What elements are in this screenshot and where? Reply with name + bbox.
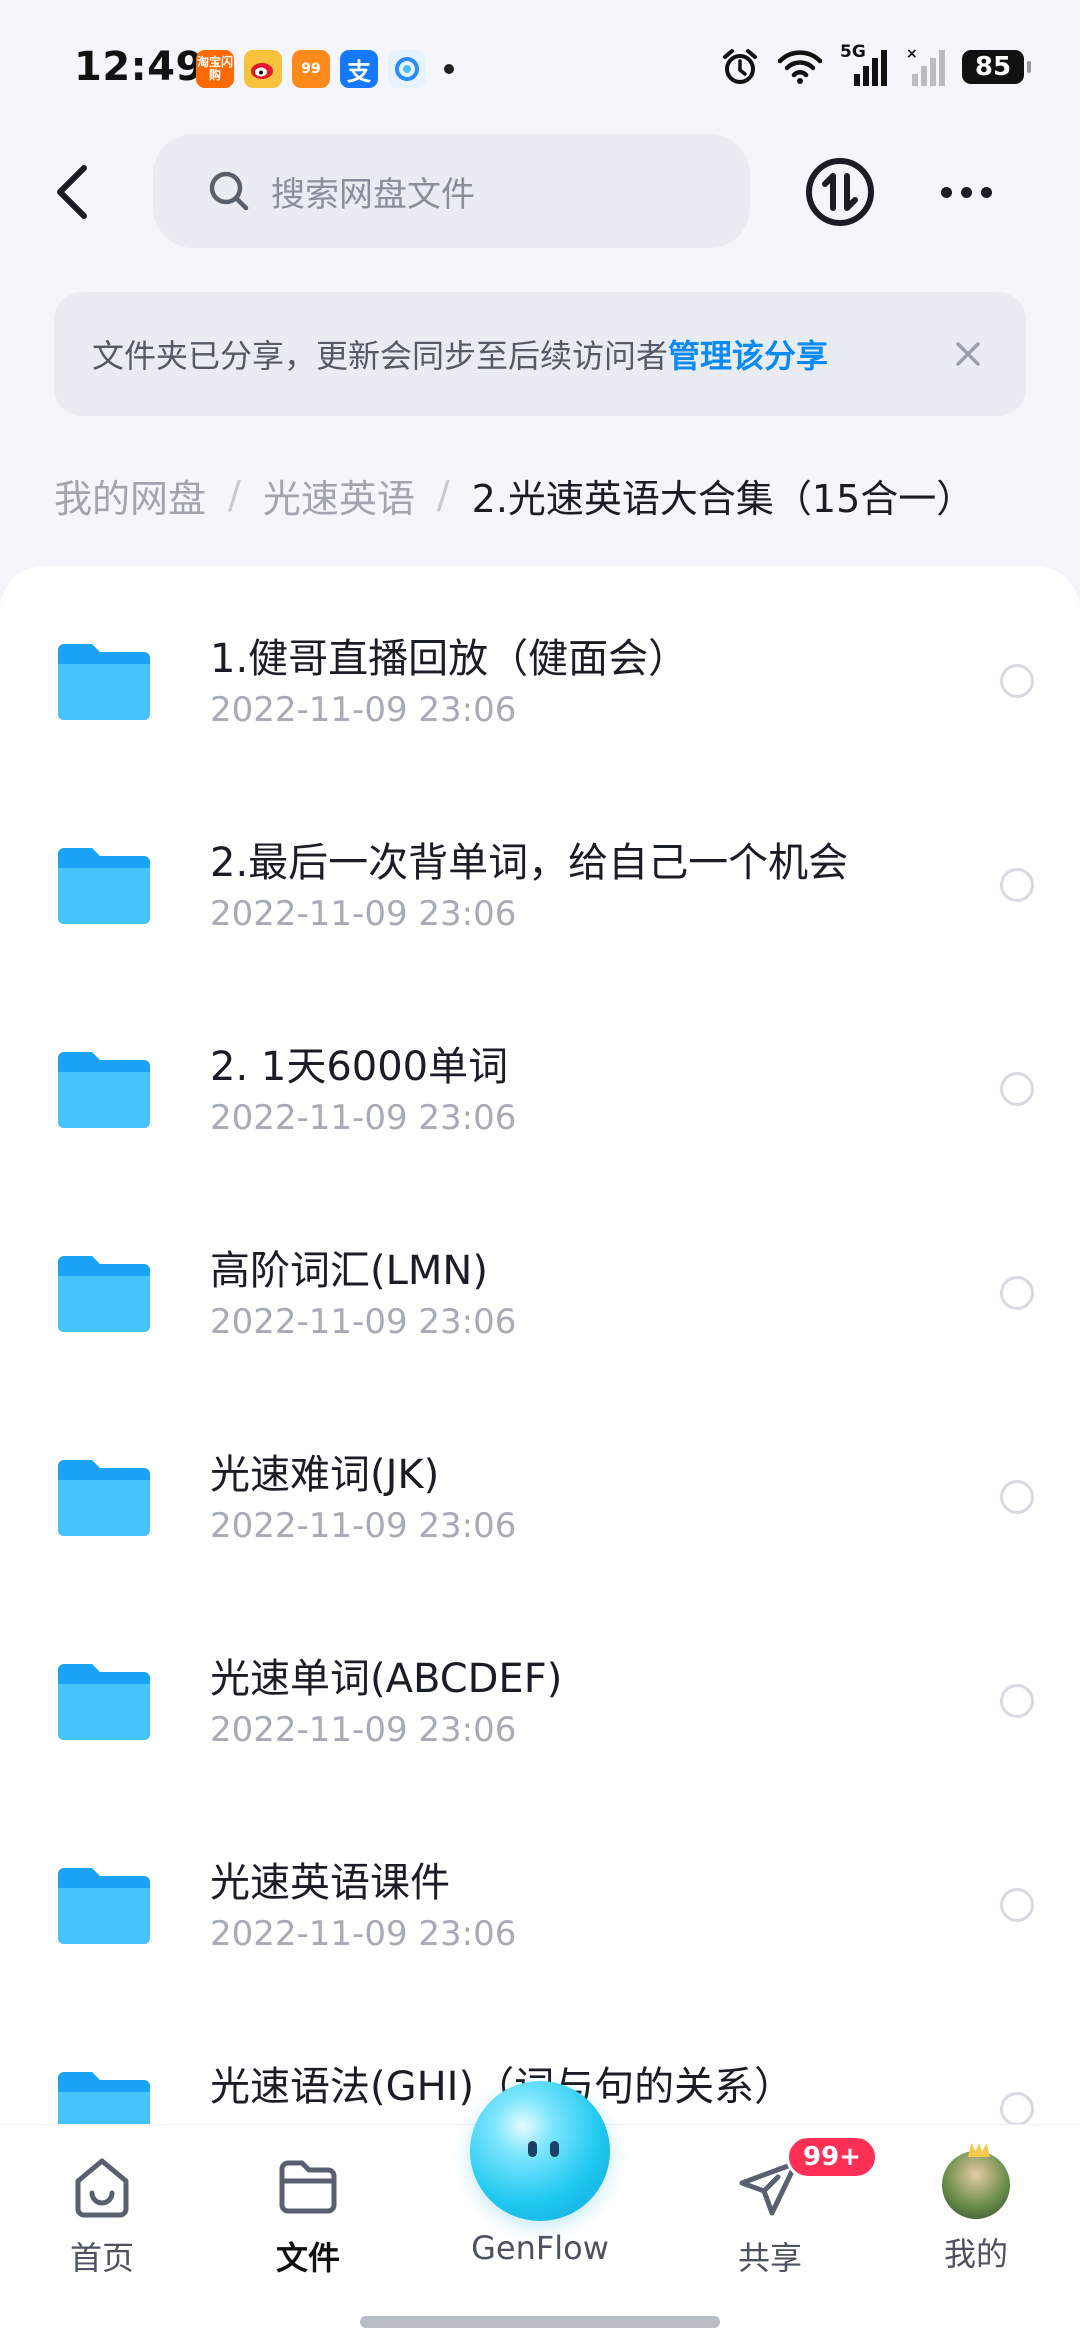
- breadcrumb-separator: /: [228, 473, 241, 517]
- bottom-nav: 首页 文件 GenFlow 共享 99+ 我的: [0, 2081, 1080, 2344]
- file-row[interactable]: 光速英语课件 2022-11-09 23:06: [0, 1798, 1080, 2002]
- more-dot-icon: [940, 186, 952, 198]
- back-button[interactable]: [40, 160, 104, 224]
- chevron-left-icon: [57, 165, 87, 219]
- more-dot-icon: [980, 186, 992, 198]
- file-date: 2022-11-09 23:06: [210, 1302, 517, 1342]
- file-date: 2022-11-09 23:06: [210, 1506, 517, 1546]
- manage-share-link[interactable]: 管理该分享: [668, 331, 828, 377]
- breadcrumb-folder[interactable]: 光速英语: [263, 468, 415, 523]
- svg-text:×: ×: [906, 46, 918, 62]
- folder-icon: [58, 1256, 150, 1332]
- nav-home[interactable]: 首页: [32, 2151, 172, 2279]
- file-date: 2022-11-09 23:06: [210, 690, 517, 730]
- home-indicator[interactable]: [360, 2316, 720, 2328]
- nav-mine[interactable]: 我的: [906, 2151, 1046, 2275]
- top-bar: 搜索网盘文件: [0, 134, 1080, 250]
- nav-genflow-label: GenFlow: [471, 2229, 609, 2267]
- breadcrumb-separator: /: [436, 473, 450, 517]
- file-date: 2022-11-09 23:06: [210, 1098, 517, 1138]
- system-icons: 5G × 85: [720, 42, 1031, 88]
- close-icon[interactable]: [946, 332, 990, 376]
- breadcrumb-current: 2.光速英语大合集（15合一）: [471, 476, 975, 521]
- search-input[interactable]: 搜索网盘文件: [153, 134, 750, 248]
- weibo-icon: [244, 50, 282, 88]
- share-notification-badge: 99+: [786, 2135, 878, 2179]
- qq-browser-icon: [388, 50, 426, 88]
- alarm-icon: [723, 49, 757, 84]
- select-checkbox[interactable]: [1000, 1072, 1034, 1106]
- nav-mine-label: 我的: [943, 2235, 1008, 2273]
- file-list: 1.健哥直播回放（健面会） 2022-11-09 23:06 2.最后一次背单词…: [0, 566, 1080, 2344]
- avatar: [942, 2151, 1010, 2219]
- folder-icon: [58, 1052, 150, 1128]
- battery-indicator: 85: [962, 50, 1031, 84]
- breadcrumb-my-drive[interactable]: 我的网盘: [54, 468, 206, 523]
- file-row[interactable]: 1.健哥直播回放（健面会） 2022-11-09 23:06: [0, 574, 1080, 778]
- select-checkbox[interactable]: [1000, 1276, 1034, 1310]
- select-checkbox[interactable]: [1000, 2092, 1034, 2126]
- folder-icon: [58, 644, 150, 720]
- pinduoduo-icon: 99: [292, 50, 330, 88]
- file-date: 2022-11-09 23:06: [210, 1914, 517, 1954]
- folder-icon: [58, 848, 150, 924]
- file-row[interactable]: 高阶词汇(LMN) 2022-11-09 23:06: [0, 1186, 1080, 1390]
- file-name: 2. 1天6000单词: [210, 1044, 509, 1090]
- file-name: 光速单词(ABCDEF): [210, 1656, 563, 1702]
- taobao-icon: 淘宝闪购: [196, 50, 234, 88]
- more-options-button[interactable]: [930, 156, 1002, 228]
- file-date: 2022-11-09 23:06: [210, 894, 517, 934]
- page: 12:49 淘宝闪购 99 支 5G × 85 搜索网盘文件 文件夹已分享，更新…: [0, 0, 1080, 2344]
- more-dot-icon: [960, 186, 972, 198]
- select-checkbox[interactable]: [1000, 1888, 1034, 1922]
- breadcrumb: 我的网盘 / 光速英语 / 2.光速英语大合集（15合一）: [54, 465, 974, 525]
- folder-nav-icon: [279, 2160, 337, 2214]
- search-icon: [209, 171, 249, 211]
- file-name: 2.最后一次背单词，给自己一个机会: [210, 840, 849, 886]
- shared-folder-banner: 文件夹已分享，更新会同步至后续访问者 管理该分享: [54, 292, 1026, 416]
- file-row[interactable]: 2.最后一次背单词，给自己一个机会 2022-11-09 23:06: [0, 778, 1080, 982]
- nav-share-label: 共享: [737, 2239, 802, 2277]
- file-date: 2022-11-09 23:06: [210, 1710, 517, 1750]
- cellular-signal-5g-icon: 5G: [840, 42, 890, 88]
- notification-icons: 淘宝闪购 99 支: [196, 50, 454, 88]
- file-row[interactable]: 2. 1天6000单词 2022-11-09 23:06: [0, 982, 1080, 1186]
- wifi-icon: [777, 50, 823, 84]
- nav-genflow[interactable]: GenFlow: [458, 2081, 622, 2289]
- cellular-signal-secondary-icon: ×: [906, 46, 945, 86]
- transfer-icon: [806, 158, 874, 226]
- nav-files-label: 文件: [275, 2239, 340, 2277]
- status-time: 12:49: [74, 44, 204, 90]
- select-checkbox[interactable]: [1000, 1684, 1034, 1718]
- alipay-icon: 支: [340, 50, 378, 88]
- folder-icon: [58, 1460, 150, 1536]
- status-bar: 12:49 淘宝闪购 99 支 5G × 85: [0, 0, 1080, 132]
- genflow-mascot-icon: [470, 2081, 610, 2221]
- more-notifications-dot: [444, 64, 454, 74]
- mascot-eye: [528, 2141, 537, 2157]
- select-checkbox[interactable]: [1000, 664, 1034, 698]
- folder-icon: [58, 1868, 150, 1944]
- select-checkbox[interactable]: [1000, 868, 1034, 902]
- file-row[interactable]: 光速难词(JK) 2022-11-09 23:06: [0, 1390, 1080, 1594]
- file-row[interactable]: 光速单词(ABCDEF) 2022-11-09 23:06: [0, 1594, 1080, 1798]
- search-placeholder: 搜索网盘文件: [271, 174, 475, 215]
- nav-home-label: 首页: [69, 2239, 134, 2277]
- nav-files[interactable]: 文件: [238, 2151, 378, 2279]
- banner-text: 文件夹已分享，更新会同步至后续访问者: [92, 337, 669, 375]
- file-name: 光速难词(JK): [210, 1452, 440, 1498]
- select-checkbox[interactable]: [1000, 1480, 1034, 1514]
- file-name: 高阶词汇(LMN): [210, 1248, 488, 1294]
- folder-icon: [58, 1664, 150, 1740]
- transfer-list-button[interactable]: [804, 156, 876, 228]
- home-icon: [75, 2158, 129, 2218]
- file-name: 1.健哥直播回放（健面会）: [210, 636, 689, 682]
- file-name: 光速英语课件: [210, 1860, 450, 1906]
- mascot-eye: [550, 2141, 559, 2157]
